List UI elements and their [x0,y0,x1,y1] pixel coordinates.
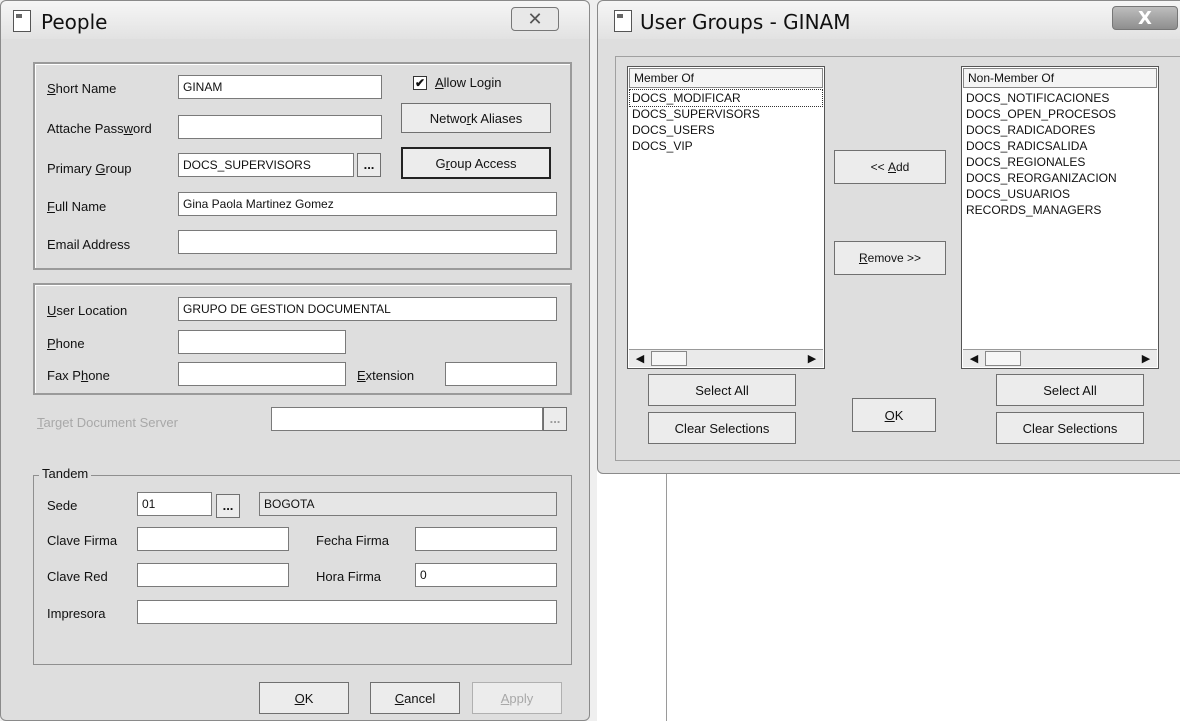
scroll-left-icon[interactable]: ◀ [965,350,983,367]
ok-button[interactable]: OK [259,682,349,714]
clave-firma-label: Clave Firma [47,533,118,548]
list-item[interactable]: DOCS_USUARIOS [964,186,1156,202]
impresora-input[interactable] [137,600,557,624]
full-name-label: Full Name [47,199,107,214]
hora-firma-label: Hora Firma [316,569,382,584]
people-window: People ✕ Short Name GINAM ✔ Allow Login … [0,0,590,721]
list-item[interactable]: DOCS_USERS [630,122,822,138]
document-icon [614,10,632,32]
fax-phone-input[interactable] [178,362,346,386]
document-icon [13,10,31,32]
list-item[interactable]: DOCS_REORGANIZACION [964,170,1156,186]
target-document-server-label: Target Document Server [37,415,178,430]
impresora-label: Impresora [47,606,106,621]
attache-password-input[interactable] [178,115,382,139]
list-item[interactable]: DOCS_RADICADORES [964,122,1156,138]
user-groups-titlebar[interactable]: User Groups - GINAM X [598,1,1180,39]
user-groups-window: User Groups - GINAM X Member Of DOCS_MOD… [597,0,1180,474]
list-item[interactable]: DOCS_SUPERVISORS [630,106,822,122]
target-document-server-input[interactable] [271,407,543,431]
close-icon[interactable]: X [1112,6,1178,30]
member-select-all-button[interactable]: Select All [648,374,796,406]
sede-label: Sede [47,498,78,513]
list-item[interactable]: DOCS_RADICSALIDA [964,138,1156,154]
member-of-listbox[interactable]: Member Of DOCS_MODIFICAR DOCS_SUPERVISOR… [627,66,825,369]
email-address-label: Email Address [47,237,131,252]
background-panel [597,470,1180,721]
hora-firma-input[interactable]: 0 [415,563,557,587]
fax-phone-label: Fax Phone [47,368,110,383]
tandem-legend: Tandem [39,466,92,481]
list-item[interactable]: DOCS_NOTIFICACIONES [964,90,1156,106]
fecha-firma-input[interactable] [415,527,557,551]
scroll-thumb[interactable] [651,351,687,366]
apply-button[interactable]: Apply [472,682,562,714]
list-item[interactable]: RECORDS_MANAGERS [964,202,1156,218]
people-titlebar[interactable]: People ✕ [1,1,589,39]
user-location-input[interactable]: GRUPO DE GESTION DOCUMENTAL [178,297,557,321]
list-item[interactable]: DOCS_OPEN_PROCESOS [964,106,1156,122]
allow-login-checkbox[interactable]: ✔ [413,76,427,90]
scroll-right-icon[interactable]: ▶ [803,350,821,367]
primary-group-browse-button[interactable]: ... [357,153,381,177]
non-member-of-listbox[interactable]: Non-Member Of DOCS_NOTIFICACIONES DOCS_O… [961,66,1159,369]
primary-group-label: Primary Group [47,161,132,176]
user-location-label: User Location [47,303,128,318]
cancel-button[interactable]: Cancel [370,682,460,714]
member-of-header[interactable]: Member Of [629,68,823,88]
add-button[interactable]: << Add [834,150,946,184]
clave-red-input[interactable] [137,563,289,587]
user-groups-window-title: User Groups - GINAM [640,10,851,34]
short-name-label: Short Name [47,81,117,96]
non-member-of-header[interactable]: Non-Member Of [963,68,1157,88]
clave-red-label: Clave Red [47,569,108,584]
target-server-browse-button[interactable]: ... [543,407,567,431]
scroll-left-icon[interactable]: ◀ [631,350,649,367]
allow-login-label: Allow Login [435,75,502,90]
group-access-button[interactable]: Gr oup Access [401,147,551,179]
list-item[interactable]: DOCS_REGIONALES [964,154,1156,170]
non-member-clear-selections-button[interactable]: Clear Selections [996,412,1144,444]
attache-password-label: Attache Password [47,121,152,136]
extension-input[interactable] [445,362,557,386]
clave-firma-input[interactable] [137,527,289,551]
short-name-input[interactable]: GINAM [178,75,382,99]
extension-label: Extension [357,368,415,383]
member-of-items: DOCS_MODIFICAR DOCS_SUPERVISORS DOCS_USE… [629,89,823,154]
user-groups-ok-button[interactable]: OK [852,398,936,432]
full-name-input[interactable]: Gina Paola Martinez Gomez [178,192,557,216]
non-member-select-all-button[interactable]: Select All [996,374,1144,406]
member-clear-selections-button[interactable]: Clear Selections [648,412,796,444]
people-window-title: People [41,10,108,34]
phone-input[interactable] [178,330,346,354]
member-of-scrollbar[interactable]: ◀ ▶ [629,349,823,367]
sede-browse-button[interactable]: ... [216,494,240,518]
list-item[interactable]: DOCS_VIP [630,138,822,154]
close-icon[interactable]: ✕ [511,7,559,31]
background-divider [666,470,667,721]
sede-name-field: BOGOTA [259,492,557,516]
primary-group-input[interactable]: DOCS_SUPERVISORS [178,153,354,177]
remove-button[interactable]: Remove >> [834,241,946,275]
fecha-firma-label: Fecha Firma [316,533,389,548]
scroll-right-icon[interactable]: ▶ [1137,350,1155,367]
email-address-input[interactable] [178,230,557,254]
sede-code-input[interactable]: 01 [137,492,212,516]
phone-label: Phone [47,336,85,351]
network-aliases-button[interactable]: Netwo r k Aliases [401,103,551,133]
non-member-of-items: DOCS_NOTIFICACIONES DOCS_OPEN_PROCESOS D… [964,90,1156,218]
scroll-thumb[interactable] [985,351,1021,366]
list-item[interactable]: DOCS_MODIFICAR [629,89,823,107]
non-member-of-scrollbar[interactable]: ◀ ▶ [963,349,1157,367]
